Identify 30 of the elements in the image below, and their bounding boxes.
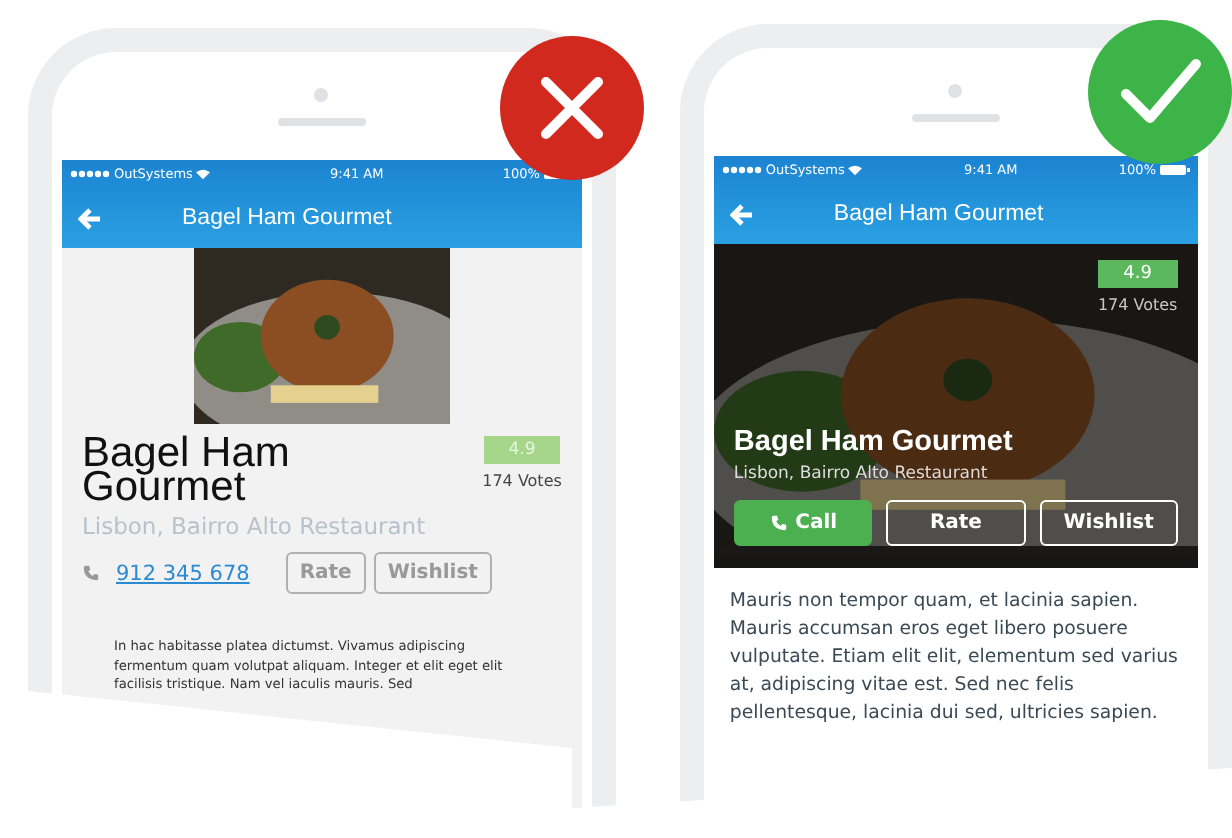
back-arrow-icon[interactable]: [729, 203, 754, 225]
description-text: Mauris non tempor quam, et lacinia sapien. Mauris accumsan eros eget libero posuere vulputate. Etiam elit elit, elementum sed varius at, adipiscing vitae est. Sed nec felis pellentesque, lacinia dui sed, ultricies sapien.: [729, 588, 1180, 728]
votes-count: 174 Votes: [1097, 296, 1178, 314]
speaker-icon: [911, 113, 1000, 121]
rate-button[interactable]: Rate: [285, 552, 366, 594]
restaurant-location: Lisbon, Bairro Alto Restaurant: [82, 512, 428, 540]
battery-icon: [1160, 164, 1190, 176]
restaurant-name: Bagel Ham Gourmet: [82, 436, 292, 504]
phone-icon: [769, 514, 788, 532]
header-title: Bagel Ham Gourmet: [833, 202, 1044, 226]
camera-icon: [948, 83, 963, 97]
rating-badge: 4.9: [484, 436, 560, 464]
phone-link[interactable]: 912 345 678: [116, 561, 250, 585]
header-title: Bagel Ham Gourmet: [182, 206, 392, 230]
wishlist-button[interactable]: Wishlist: [373, 552, 492, 594]
signal-dots-icon: [721, 166, 762, 174]
rating-badge: 4.9: [1097, 260, 1178, 288]
camera-icon: [314, 87, 329, 101]
wifi-icon: [848, 164, 863, 176]
rate-button[interactable]: Rate: [886, 500, 1026, 546]
wishlist-button[interactable]: Wishlist: [1039, 500, 1178, 546]
restaurant-name: Bagel Ham Gourmet: [733, 426, 1015, 458]
votes-count: 174 Votes: [482, 472, 562, 490]
signal-dots-icon: [70, 170, 110, 178]
restaurant-location: Lisbon, Bairro Alto Restaurant: [733, 464, 990, 484]
call-button[interactable]: Call: [733, 500, 873, 546]
back-arrow-icon[interactable]: [78, 207, 102, 229]
wifi-icon: [196, 168, 211, 180]
speaker-icon: [277, 117, 366, 125]
phone-icon: [82, 564, 100, 582]
